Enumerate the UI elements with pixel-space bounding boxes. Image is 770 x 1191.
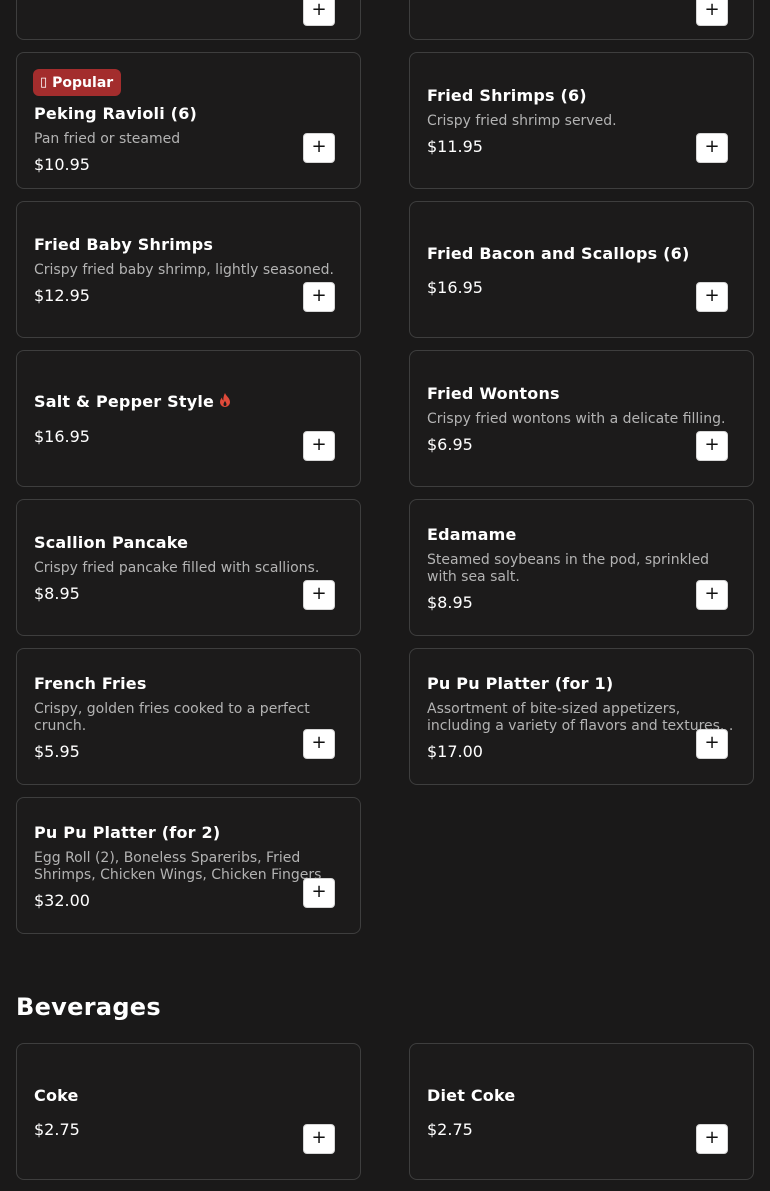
item-description: Crispy fried baby shrimp, lightly season… [34,262,335,278]
menu-item-card[interactable]: ▯ Popular Peking Ravioli (6) Pan fried o… [16,52,361,189]
item-price: $2.75 [427,1120,473,1139]
add-to-cart-button[interactable]: + [696,0,728,26]
menu-item-card[interactable]: Salt & Pepper Style $16.95 + [16,350,361,487]
item-description: Crispy, golden fries cooked to a perfect… [34,701,310,734]
add-to-cart-button[interactable]: + [696,133,728,163]
item-name-text: Salt & Pepper Style [34,392,215,411]
item-price: $16.95 [427,278,483,297]
item-name: Coke [34,1086,79,1105]
add-to-cart-button[interactable]: + [303,1124,335,1154]
item-name: Peking Ravioli (6) [34,104,198,123]
item-description: Crispy fried pancake filled with scallio… [34,560,320,576]
item-price: $32.00 [34,891,90,910]
add-to-cart-button[interactable]: + [303,878,335,908]
menu-item-card[interactable]: Fried Bacon and Scallops (6) $16.95 + [409,201,754,338]
menu-item-card[interactable]: Coke $2.75 + [16,1043,361,1180]
item-price: $17.00 [427,742,483,761]
item-price: $5.95 [34,742,80,761]
flame-icon [219,393,231,411]
menu-item-card-partial[interactable]: + [409,0,754,40]
menu-item-card[interactable]: Pu Pu Platter (for 2) Egg Roll (2), Bone… [16,797,361,934]
item-description: Steamed soybeans in the pod, sprinkled w… [427,552,710,585]
item-name: Fried Bacon and Scallops (6) [427,244,690,263]
item-name: Pu Pu Platter (for 1) [427,674,614,693]
add-to-cart-button[interactable]: + [303,431,335,461]
item-price: $2.75 [34,1120,80,1139]
menu-item-card[interactable]: Fried Shrimps (6) Crispy fried shrimp se… [409,52,754,189]
item-name: Diet Coke [427,1086,516,1105]
item-price: $6.95 [427,435,473,454]
item-name: Fried Shrimps (6) [427,86,587,105]
item-price: $8.95 [34,584,80,603]
add-to-cart-button[interactable]: + [303,282,335,312]
item-name: Pu Pu Platter (for 2) [34,823,221,842]
add-to-cart-button[interactable]: + [303,0,335,26]
item-name: Fried Baby Shrimps [34,235,214,254]
menu-item-card-partial[interactable]: + [16,0,361,40]
item-name: Edamame [427,525,517,544]
add-to-cart-button[interactable]: + [303,729,335,759]
item-description: Crispy fried shrimp served. [427,113,617,129]
menu-item-card[interactable]: Edamame Steamed soybeans in the pod, spr… [409,499,754,636]
add-to-cart-button[interactable]: + [696,431,728,461]
add-to-cart-button[interactable]: + [696,282,728,312]
item-name: French Fries [34,674,147,693]
item-price: $11.95 [427,137,483,156]
menu-item-card[interactable]: Fried Baby Shrimps Crispy fried baby shr… [16,201,361,338]
item-description: Egg Roll (2), Boneless Spareribs, Fried … [34,850,322,883]
add-to-cart-button[interactable]: + [696,1124,728,1154]
menu-item-card[interactable]: Fried Wontons Crispy fried wontons with … [409,350,754,487]
item-price: $16.95 [34,427,90,446]
item-price: $8.95 [427,593,473,612]
item-name: Salt & Pepper Style [34,392,231,411]
item-price: $12.95 [34,286,90,305]
item-name: Fried Wontons [427,384,560,403]
menu-item-card[interactable]: French Fries Crispy, golden fries cooked… [16,648,361,785]
add-to-cart-button[interactable]: + [696,580,728,610]
item-name: Scallion Pancake [34,533,189,552]
item-description: Crispy fried wontons with a delicate fil… [427,411,726,427]
menu-item-card[interactable]: Scallion Pancake Crispy fried pancake fi… [16,499,361,636]
section-title-beverages: Beverages [16,993,161,1021]
item-price: $10.95 [34,155,90,174]
menu-item-card[interactable]: Diet Coke $2.75 + [409,1043,754,1180]
badge-label: Popular [52,74,114,91]
popular-icon: ▯ [40,75,48,90]
add-to-cart-button[interactable]: + [303,133,335,163]
menu-item-card[interactable]: Pu Pu Platter (for 1) Assortment of bite… [409,648,754,785]
add-to-cart-button[interactable]: + [696,729,728,759]
add-to-cart-button[interactable]: + [303,580,335,610]
popular-badge: ▯ Popular [33,69,122,96]
item-description: Pan fried or steamed [34,131,181,147]
